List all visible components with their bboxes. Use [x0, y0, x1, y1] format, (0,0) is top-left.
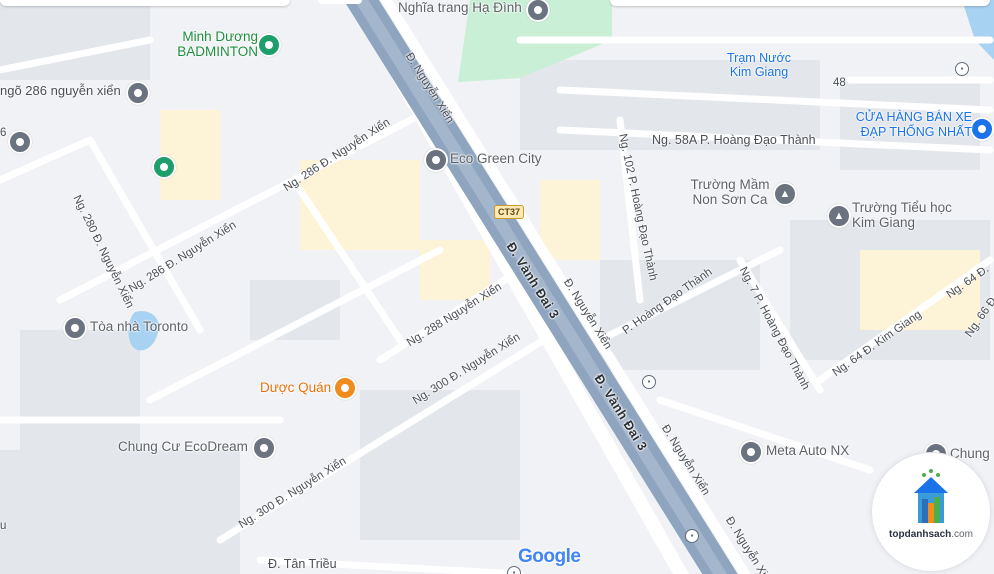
edge-label-u: u	[0, 520, 7, 532]
poi-meta-auto[interactable]: Meta Auto NX	[766, 443, 849, 458]
watermark-tld: .com	[951, 529, 973, 540]
shopping-bag-icon[interactable]	[970, 117, 994, 141]
route-shield-ct37: CT37	[494, 205, 525, 219]
place-pin-icon[interactable]	[126, 81, 150, 105]
school-icon[interactable]: ▲	[773, 182, 797, 206]
poi-tram-nuoc[interactable]: Trạm Nước Kim Giang	[724, 51, 794, 79]
poi-duoc-quan[interactable]: Dược Quán	[260, 380, 331, 395]
road-label-go286: ngõ 286 nguyễn xiển	[0, 83, 121, 98]
road-label-ng58a: Ng. 58A P. Hoàng Đạo Thành	[652, 133, 816, 147]
google-logo: Google	[518, 546, 581, 568]
poi-eco-green[interactable]: Eco Green City	[450, 151, 542, 166]
place-pin-icon[interactable]	[739, 440, 763, 464]
school-icon[interactable]: ▲	[827, 204, 851, 228]
place-pin-icon[interactable]	[8, 130, 32, 154]
watermark-main: topdanhsach	[889, 529, 952, 540]
address-number-48: 48	[833, 77, 846, 89]
poi-truong-tieu-hoc[interactable]: Trường Tiểu học Kim Giang	[852, 200, 952, 230]
place-pin-icon[interactable]	[63, 316, 87, 340]
poi-nghia-trang[interactable]: Nghĩa trang Hạ Đình	[398, 0, 522, 15]
top-controls-edge[interactable]	[610, 0, 990, 6]
bus-stop-icon[interactable]: ▪	[955, 62, 969, 76]
watermark-badge: topdanhsach.com	[871, 452, 991, 572]
poi-chung-cu[interactable]: Chung Cư EcoDream	[118, 439, 248, 454]
poi-truong-mam-non[interactable]: Trường Mầm Non Sơn Ca	[688, 177, 772, 207]
map-canvas[interactable]: ngõ 286 nguyễn xiển Ng. 280 Đ. Nguyễn Xi…	[0, 0, 994, 574]
search-bar-edge[interactable]	[0, 0, 290, 6]
place-pin-icon[interactable]	[424, 148, 448, 172]
poi-cua-hang[interactable]: CỬA HÀNG BÁN XE ĐẠP THỐNG NHẤT	[842, 110, 972, 140]
bus-stop-icon[interactable]: ▪	[642, 375, 656, 389]
road-label-tan-trieu: Đ. Tân Triều	[268, 557, 337, 571]
bus-stop-icon[interactable]: ▪	[685, 529, 699, 543]
poi-minh-duong[interactable]: Minh Dương BADMINTON	[170, 29, 258, 59]
poi-toa-nha[interactable]: Tòa nhà Toronto	[90, 319, 188, 334]
badminton-icon[interactable]	[257, 33, 281, 57]
restaurant-icon[interactable]	[333, 376, 357, 400]
watermark-house-icon	[914, 469, 948, 523]
place-pin-icon[interactable]	[152, 155, 176, 179]
google-logo-text: Google	[518, 546, 581, 567]
watermark-caption: topdanhsach.com	[872, 529, 990, 540]
place-pin-icon[interactable]	[252, 436, 276, 460]
edge-label-6: 6	[0, 127, 7, 139]
